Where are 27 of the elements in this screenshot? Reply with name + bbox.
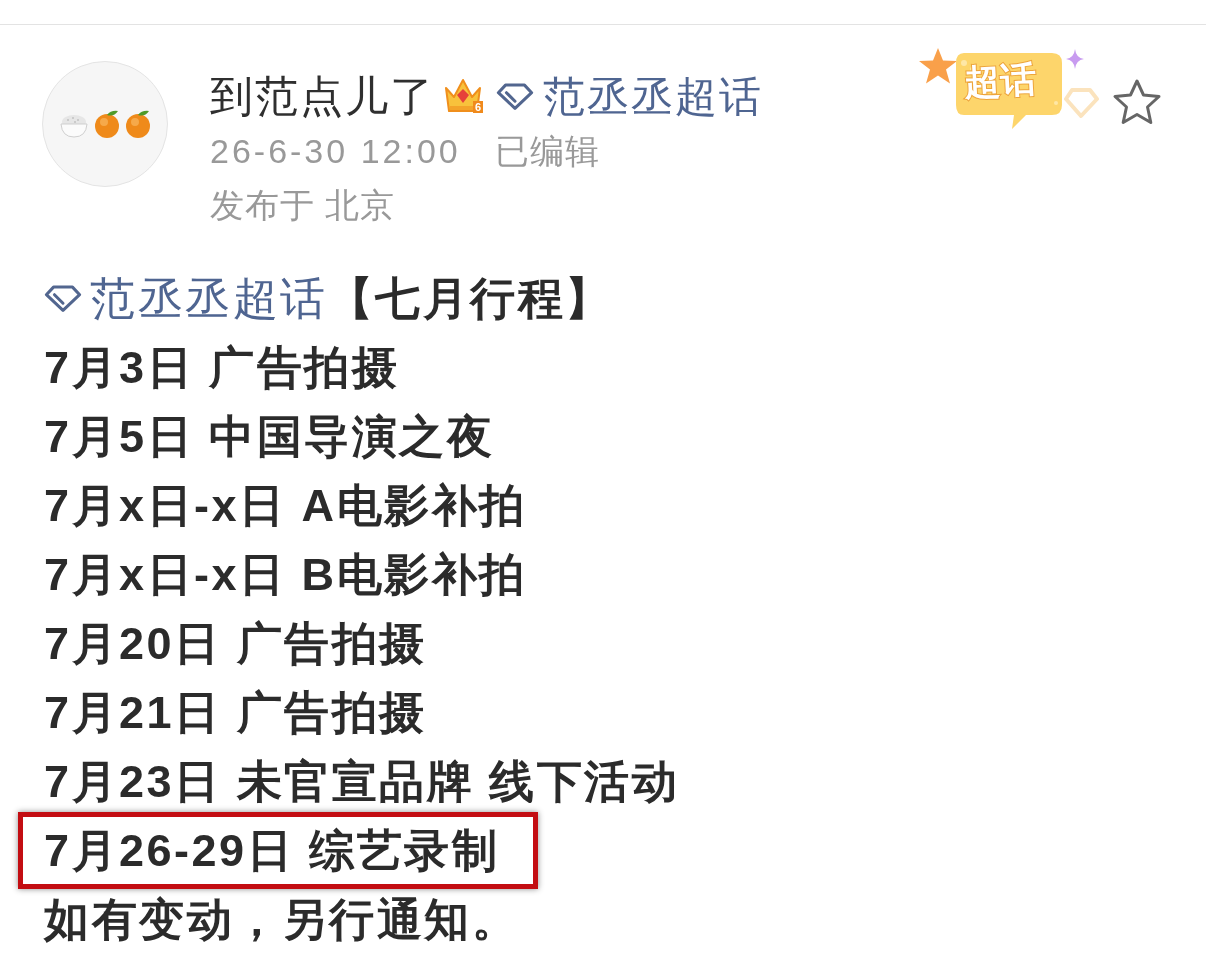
post-time: 26-6-30 12:00: [210, 130, 461, 172]
diamond-icon: [496, 81, 534, 111]
topic-link[interactable]: 范丞丞超话: [44, 264, 328, 333]
schedule-line: 7月5日 中国导演之夜: [44, 409, 495, 464]
diamond-icon: [44, 284, 82, 313]
tangerine-icon: [94, 109, 120, 139]
post-location: 发布于 北京: [210, 184, 396, 226]
topic-link[interactable]: 范丞丞超话: [496, 64, 763, 128]
schedule-line: 7月x日-x日 A电影补拍: [44, 478, 527, 533]
schedule-line: 7月26-29日 综艺录制: [44, 823, 500, 878]
schedule-line: 7月x日-x日 B电影补拍: [44, 547, 527, 602]
schedule-line: 7月23日 未官宣品牌 线下活动: [44, 754, 680, 809]
schedule-line: 如有变动，另行通知。: [44, 892, 519, 947]
gem-icon: [1064, 87, 1100, 119]
edited-label: 已编辑: [494, 130, 600, 172]
username[interactable]: 到范点儿了: [210, 63, 435, 129]
schedule-title: 【七月行程】: [327, 271, 613, 326]
tangerine-icon: [125, 109, 151, 139]
sticker-label: 超话: [962, 57, 1038, 105]
sparkle-icon: [1066, 49, 1084, 69]
schedule-line: 7月3日 广告拍摄: [44, 340, 400, 395]
speech-bubble-icon: [954, 51, 1064, 131]
star-sticker-icon: [918, 47, 958, 85]
star-icon[interactable]: [1112, 78, 1162, 126]
schedule-line: 7月21日 广告拍摄: [44, 685, 427, 740]
schedule-line: 7月20日 广告拍摄: [44, 616, 427, 671]
level-number: 6: [472, 101, 483, 113]
